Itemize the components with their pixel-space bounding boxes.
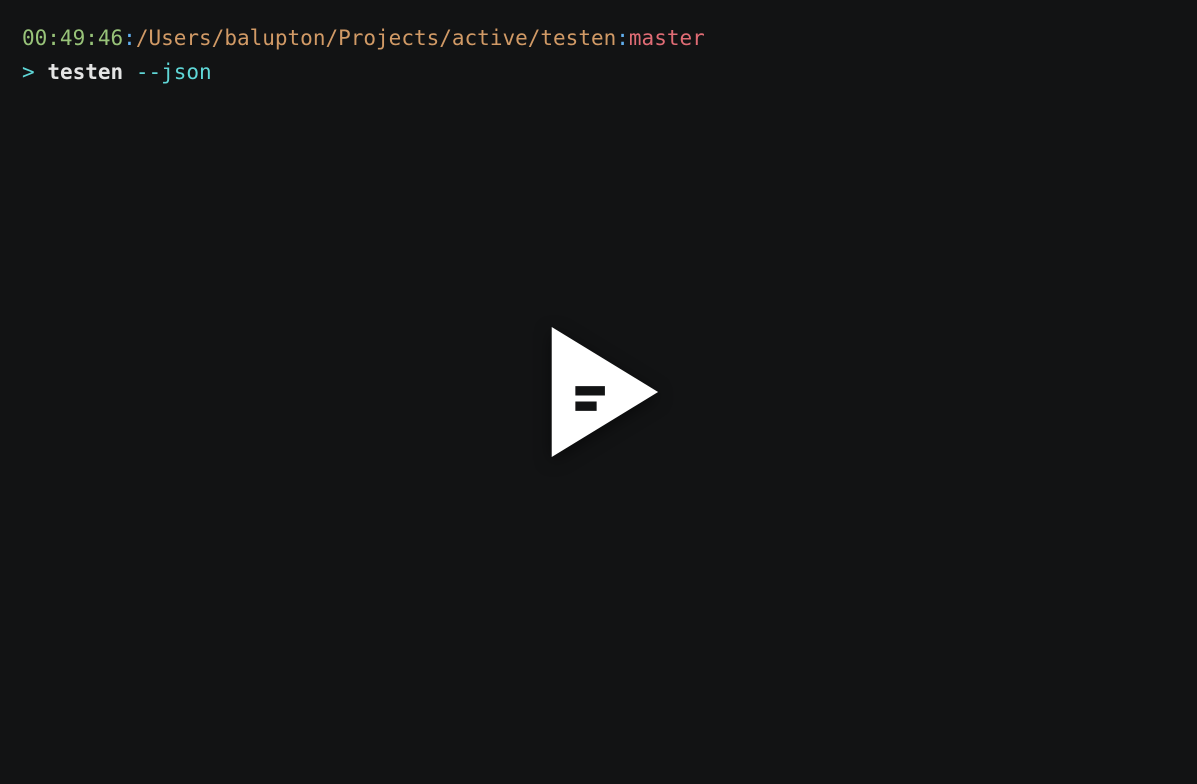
command-name: testen [47, 60, 123, 84]
play-button[interactable] [539, 327, 659, 457]
play-icon [539, 327, 659, 457]
prompt-line-1: 00:49:46:/Users/balupton/Projects/active… [22, 22, 1175, 56]
prompt-separator: : [123, 26, 136, 50]
prompt-char: > [22, 60, 35, 84]
prompt-separator-2: : [616, 26, 629, 50]
terminal-output: 00:49:46:/Users/balupton/Projects/active… [0, 0, 1197, 111]
prompt-path: /Users/balupton/Projects/active/testen [136, 26, 616, 50]
prompt-line-2: > testen --json [22, 56, 1175, 90]
command-argument: --json [136, 60, 212, 84]
prompt-branch: master [629, 26, 705, 50]
prompt-time: 00:49:46 [22, 26, 123, 50]
